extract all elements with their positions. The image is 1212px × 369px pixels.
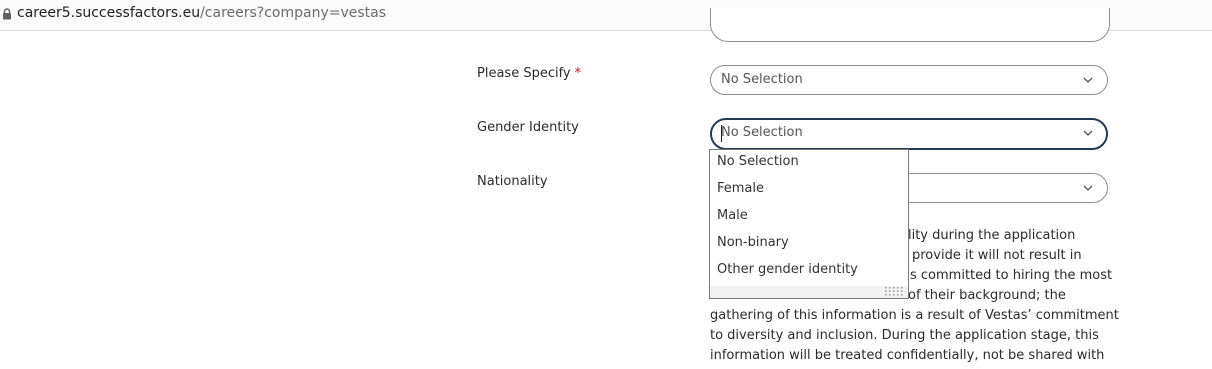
- dropdown-footer: [710, 286, 908, 298]
- nationality-label: Nationality: [477, 174, 548, 189]
- paragraph-line: gathering of this information is a resul…: [710, 308, 1119, 323]
- option-other-gender-identity[interactable]: Other gender identity: [717, 262, 858, 277]
- paragraph-line: information will be treated confidential…: [710, 348, 1105, 363]
- url-path: /careers?company=vestas: [200, 5, 387, 21]
- gender-identity-value: No Selection: [721, 125, 803, 140]
- chevron-down-icon: [1083, 77, 1093, 83]
- option-non-binary[interactable]: Non-binary: [717, 235, 789, 250]
- paragraph-line: to diversity and inclusion. During the a…: [710, 328, 1099, 343]
- chevron-down-icon: [1083, 130, 1093, 136]
- gender-identity-label: Gender Identity: [477, 120, 579, 135]
- option-female[interactable]: Female: [717, 181, 764, 196]
- previous-select-field[interactable]: [710, 8, 1110, 42]
- please-specify-label: Please Specify *: [477, 66, 581, 81]
- please-specify-value: No Selection: [721, 72, 803, 87]
- gender-identity-select[interactable]: No Selection: [710, 118, 1108, 150]
- please-specify-label-text: Please Specify: [477, 66, 571, 81]
- url-domain: career5.successfactors.eu: [17, 5, 201, 21]
- please-specify-select[interactable]: No Selection: [710, 65, 1108, 95]
- url-text[interactable]: career5.successfactors.eu/careers?compan…: [17, 5, 386, 21]
- chevron-down-icon: [1083, 185, 1093, 191]
- option-male[interactable]: Male: [717, 208, 748, 223]
- lock-icon: [3, 8, 11, 20]
- option-no-selection[interactable]: No Selection: [717, 154, 799, 169]
- gender-identity-dropdown-list[interactable]: No Selection Female Male Non-binary Othe…: [709, 149, 909, 299]
- resize-grip-icon[interactable]: [884, 286, 906, 296]
- required-asterisk: *: [574, 66, 582, 81]
